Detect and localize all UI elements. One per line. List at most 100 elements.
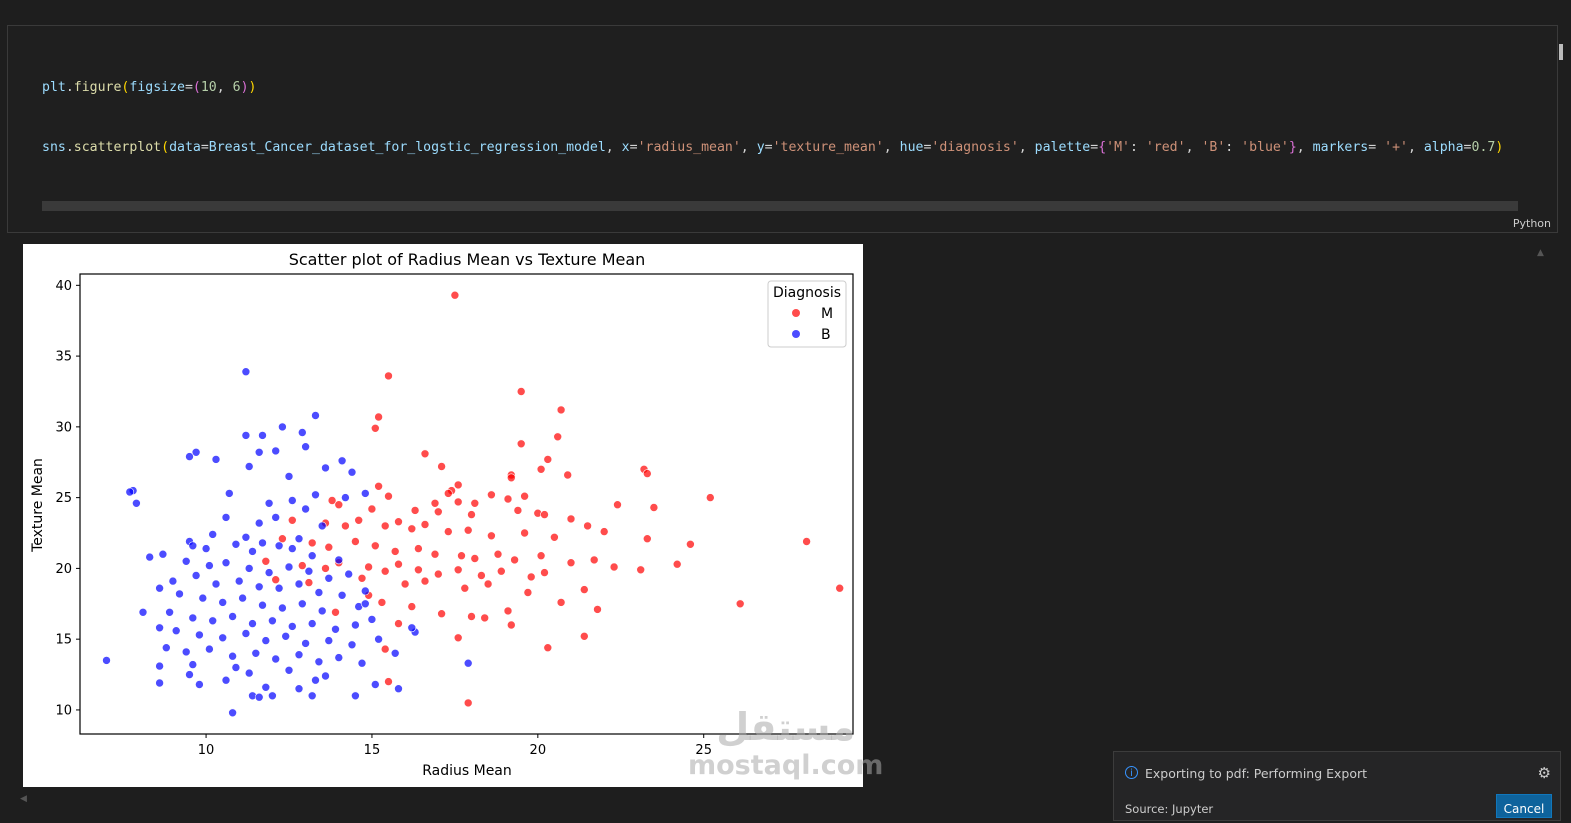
- data-point-m: [297, 561, 307, 570]
- data-point-m: [735, 599, 745, 609]
- data-point-b: [258, 431, 267, 440]
- data-point-b: [145, 552, 154, 562]
- code-cell[interactable]: plt.figure(figsize=(10, 6)) sns.scatterp…: [7, 25, 1563, 515]
- data-point-m: [370, 541, 380, 551]
- data-point-m: [583, 521, 592, 531]
- data-point-b: [195, 680, 204, 689]
- notification-source: Source: Jupyter: [1125, 802, 1214, 816]
- cell-language-label[interactable]: Python: [1513, 217, 1551, 230]
- data-point-b: [254, 692, 264, 702]
- cancel-button[interactable]: Cancel: [1496, 794, 1552, 818]
- legend-marker-b: [792, 330, 800, 338]
- data-point-b: [158, 549, 168, 559]
- data-point-b: [284, 562, 294, 572]
- data-point-b: [360, 586, 370, 596]
- data-point-b: [278, 422, 287, 432]
- data-point-b: [241, 431, 251, 440]
- data-point-m: [477, 571, 486, 580]
- data-point-b: [162, 643, 171, 653]
- data-point-b: [261, 636, 271, 645]
- data-point-m: [556, 598, 566, 607]
- data-point-b: [244, 564, 254, 573]
- data-point-b: [228, 708, 237, 718]
- data-point-b: [321, 671, 330, 681]
- data-point-m: [443, 527, 453, 536]
- data-point-m: [457, 551, 466, 561]
- data-point-m: [520, 528, 529, 538]
- data-point-m: [367, 504, 377, 514]
- gear-icon[interactable]: ⚙: [1538, 764, 1551, 782]
- data-point-m: [636, 565, 646, 575]
- data-point-b: [317, 606, 327, 616]
- data-point-b: [284, 665, 294, 675]
- data-point-m: [506, 473, 516, 483]
- data-point-m: [271, 575, 280, 585]
- data-point-b: [268, 691, 277, 701]
- data-point-m: [672, 559, 682, 569]
- data-point-b: [274, 583, 284, 593]
- data-point-b: [191, 571, 201, 580]
- data-point-b: [125, 487, 135, 497]
- data-point-m: [470, 554, 480, 563]
- data-point-b: [205, 561, 214, 570]
- data-point-m: [430, 549, 440, 559]
- scroll-left-icon[interactable]: ◀: [20, 794, 27, 804]
- data-point-m: [380, 566, 390, 576]
- data-point-b: [274, 541, 284, 551]
- data-point-m: [304, 578, 314, 587]
- data-point-b: [297, 428, 307, 437]
- data-point-b: [155, 623, 164, 633]
- data-point-m: [410, 506, 420, 515]
- data-point-m: [579, 631, 589, 641]
- data-point-m: [351, 537, 360, 546]
- data-point-m: [377, 598, 387, 607]
- data-point-b: [314, 588, 324, 597]
- y-tick-label: 10: [55, 703, 72, 718]
- data-point-b: [271, 513, 280, 522]
- data-point-m: [390, 547, 400, 556]
- data-point-m: [553, 432, 563, 442]
- data-point-m: [334, 500, 344, 510]
- data-point-b: [334, 653, 344, 662]
- data-point-b: [347, 467, 357, 477]
- data-point-b: [205, 644, 214, 654]
- data-point-m: [380, 521, 390, 531]
- y-tick-label: 40: [55, 279, 72, 294]
- data-point-b: [208, 530, 217, 539]
- data-point-m: [453, 565, 463, 575]
- data-point-b: [238, 593, 247, 603]
- data-point-b: [241, 367, 251, 376]
- scroll-up-icon[interactable]: ▲: [1537, 248, 1544, 258]
- data-point-m: [493, 549, 503, 559]
- data-point-b: [294, 684, 304, 694]
- data-point-m: [540, 510, 549, 519]
- data-point-m: [556, 405, 566, 415]
- horizontal-scrollbar[interactable]: [42, 201, 1518, 211]
- data-point-m: [483, 579, 493, 589]
- data-point-m: [341, 521, 350, 531]
- data-point-b: [188, 613, 198, 623]
- data-point-m: [649, 503, 659, 512]
- data-point-b: [254, 518, 264, 528]
- data-point-m: [357, 573, 367, 583]
- data-point-b: [341, 493, 350, 502]
- data-point-b: [168, 576, 178, 586]
- data-point-b: [357, 658, 367, 668]
- data-point-m: [536, 551, 546, 561]
- x-tick-label: 10: [198, 743, 215, 758]
- data-point-b: [314, 657, 324, 667]
- data-point-m: [420, 576, 430, 586]
- data-point-b: [155, 678, 164, 688]
- data-point-m: [394, 619, 403, 628]
- data-point-b: [228, 612, 237, 621]
- data-point-b: [324, 573, 334, 583]
- data-point-b: [244, 462, 254, 471]
- data-point-m: [324, 542, 334, 552]
- x-tick-label: 15: [364, 743, 381, 758]
- data-point-b: [155, 583, 164, 593]
- data-point-b: [360, 599, 370, 609]
- data-point-m: [613, 500, 622, 510]
- data-point-b: [221, 675, 231, 685]
- data-point-b: [407, 623, 417, 633]
- watermark-arabic: مستقل: [716, 705, 856, 749]
